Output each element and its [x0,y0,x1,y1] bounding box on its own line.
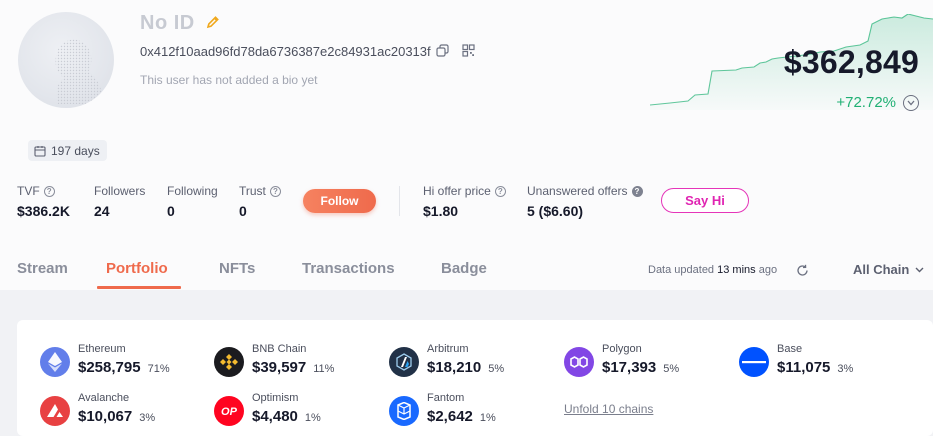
active-tab-indicator [97,286,181,289]
avalanche-icon [40,396,70,426]
stat-label: Hi offer price [423,184,491,198]
stat-label: Followers [94,184,146,198]
updated-time: 13 mins [717,264,756,276]
chain-item-polygon[interactable]: Polygon $17,393 5% [564,343,679,377]
optimism-icon: OP [214,396,244,426]
chain-item-fantom[interactable]: Fantom $2,642 1% [389,392,496,426]
arbitrum-icon [389,347,419,377]
stat-value: $1.80 [423,203,459,219]
chain-item-base[interactable]: Base $11,075 3% [739,343,853,377]
chain-value: $17,393 [602,359,657,376]
chain-value: $4,480 [252,408,298,425]
chain-percent: 1% [479,412,496,424]
stat-value: 0 [167,203,175,219]
wallet-address: 0x412f10aad96fd78da6736387e2c84931ac2031… [140,44,431,59]
avatar-silhouette-icon [55,39,104,105]
chain-item-optimism[interactable]: OP Optimism $4,480 1% [214,392,321,426]
chain-value: $2,642 [427,408,473,425]
fantom-icon [389,396,419,426]
profile-name: No ID [140,12,195,34]
stat-label: Following [167,184,218,198]
question-circle-icon[interactable]: ? [43,185,55,197]
stat-trust: Trust ? 0 [239,184,281,219]
account-age-badge: 197 days [28,140,107,161]
chain-item-avalanche[interactable]: Avalanche $10,067 3% [40,392,155,426]
chain-name: BNB Chain [252,343,307,355]
chain-percent: 5% [663,363,680,375]
pencil-icon[interactable] [206,15,220,29]
profile-bio: This user has not added a bio yet [140,73,318,87]
chain-percent: 5% [488,363,505,375]
question-circle-icon[interactable]: ? [494,185,506,197]
chain-item-arbitrum[interactable]: Arbitrum $18,210 5% [389,343,504,377]
chain-name: Avalanche [78,392,130,404]
stat-following[interactable]: Following 0 [167,184,218,219]
chain-item-bnb-chain[interactable]: BNB Chain $39,597 11% [214,343,334,377]
tab-stream[interactable]: Stream [17,260,68,277]
ethereum-icon [40,347,70,377]
networth-change: +72.72% [836,94,896,111]
stat-hi-offer-price: Hi offer price ? $1.80 [423,184,506,219]
chain-percent: 3% [837,363,854,375]
stat-value: 24 [94,203,110,219]
chain-name: Fantom [427,392,465,404]
chain-filter-label: All Chain [853,262,910,277]
avatar [18,12,114,108]
chain-name: Base [777,343,803,355]
follow-button[interactable]: Follow [303,189,376,213]
updated-prefix: Data updated [648,264,715,276]
question-filled-icon[interactable]: ? [631,185,643,197]
chain-percent: 1% [304,412,321,424]
stat-followers[interactable]: Followers 24 [94,184,145,219]
networth-value: $362,849 [783,44,919,80]
chain-value: $258,795 [78,359,141,376]
stat-value: 0 [239,203,247,219]
chain-name: Polygon [602,343,642,355]
stat-unanswered-offers: Unanswered offers ? 5 ($6.60) [527,184,643,219]
updated-suffix: ago [758,264,778,276]
divider [399,186,400,216]
stat-value: 5 ($6.60) [527,203,584,219]
bnb-chain-icon [214,347,244,377]
account-age-label: 197 days [51,143,100,158]
chain-name: Ethereum [78,343,126,355]
chain-value: $11,075 [777,359,831,376]
stat-tvf: TVF ? $386.2K [17,184,70,219]
question-circle-icon[interactable]: ? [269,185,281,197]
chain-name: Arbitrum [427,343,469,355]
tab-transactions[interactable]: Transactions [302,260,395,277]
polygon-icon [564,347,594,377]
tab-nfts[interactable]: NFTs [219,260,255,277]
chain-percent: 3% [139,412,156,424]
chain-percent: 11% [313,363,335,375]
chain-percent: 71% [147,363,170,375]
refresh-icon[interactable] [796,264,809,277]
calendar-icon [34,145,46,157]
tab-badge[interactable]: Badge [441,260,487,277]
data-updated-text: Data updated 13 mins ago [648,264,777,276]
chain-value: $18,210 [427,359,482,376]
profile-header: No ID 0x412f10aad96fd78da6736387e2c84931… [0,0,933,290]
svg-text:OP: OP [221,406,238,418]
stat-label: TVF [17,184,40,198]
say-hi-button[interactable]: Say Hi [661,188,749,213]
copy-icon[interactable] [436,44,449,57]
tab-portfolio[interactable]: Portfolio [106,260,168,277]
chevron-down-icon[interactable] [903,95,919,111]
chain-value: $39,597 [252,359,307,376]
qr-code-icon[interactable] [462,44,475,57]
base-icon [739,347,769,377]
chevron-down-icon [915,267,924,272]
chain-name: Optimism [252,392,299,404]
stat-value: $386.2K [17,203,70,219]
chain-value: $10,067 [78,408,133,425]
chain-item-ethereum[interactable]: Ethereum $258,795 71% [40,343,170,377]
stat-label: Unanswered offers [527,184,628,198]
chain-filter-dropdown[interactable]: All Chain [853,262,924,277]
stat-label: Trust [239,184,266,198]
unfold-chains-link[interactable]: Unfold 10 chains [564,402,653,416]
